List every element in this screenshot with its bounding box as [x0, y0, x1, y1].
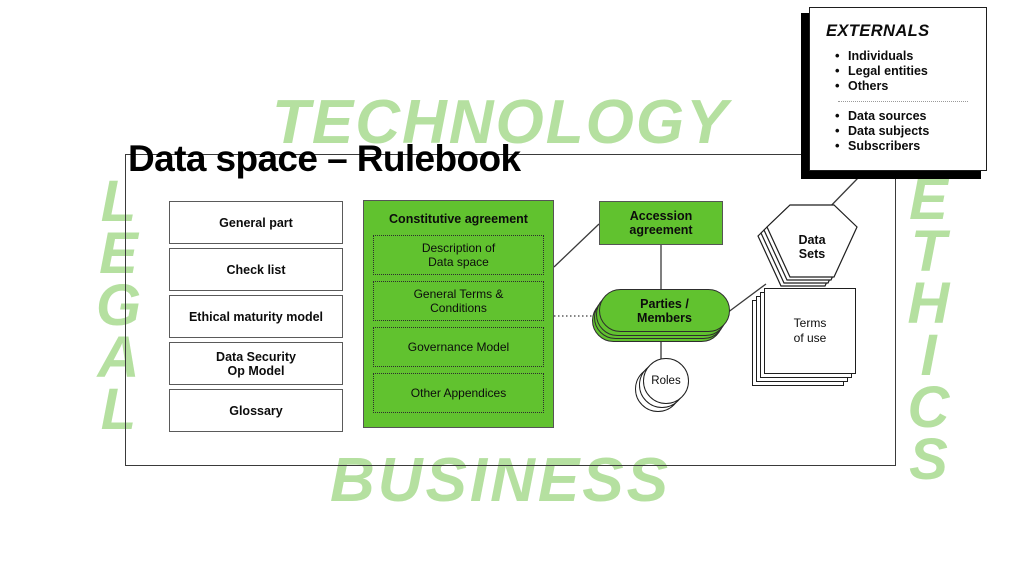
terms-of-use-label[interactable]: Terms of use [764, 288, 856, 374]
externals-group-two: Data sources Data subjects Subscribers [826, 108, 970, 154]
rulebook-part-data-security[interactable]: Data Security Op Model [169, 342, 343, 385]
externals-box[interactable]: EXTERNALS Individuals Legal entities Oth… [809, 7, 987, 171]
rulebook-parts-list: General part Check list Ethical maturity… [169, 201, 343, 436]
constitutive-item-gtc[interactable]: General Terms & Conditions [373, 281, 544, 321]
parties-members-stack[interactable]: Parties / Members [592, 289, 732, 345]
constitutive-item-description[interactable]: Description of Data space [373, 235, 544, 275]
diagram-canvas: TECHNOLOGY BUSINESS LEGAL ETHICS Data sp… [0, 0, 1024, 576]
rulebook-part-glossary[interactable]: Glossary [169, 389, 343, 432]
parties-members-label[interactable]: Parties / Members [599, 289, 730, 332]
roles-stack[interactable]: Roles [635, 358, 697, 414]
externals-item-subscribers: Subscribers [835, 138, 970, 154]
terms-of-use-stack[interactable]: Terms of use [752, 288, 860, 388]
accession-agreement-box[interactable]: Accession agreement [599, 201, 723, 245]
externals-item-legal-entities: Legal entities [835, 63, 970, 79]
rulebook-part-ethical-maturity[interactable]: Ethical maturity model [169, 295, 343, 338]
rulebook-part-general[interactable]: General part [169, 201, 343, 244]
externals-group-one: Individuals Legal entities Others [826, 48, 970, 94]
externals-item-data-sources: Data sources [835, 108, 970, 124]
externals-item-individuals: Individuals [835, 48, 970, 64]
constitutive-item-appendices[interactable]: Other Appendices [373, 373, 544, 413]
constitutive-item-governance[interactable]: Governance Model [373, 327, 544, 367]
constitutive-agreement-title: Constitutive agreement [389, 212, 528, 226]
watermark-ethics: ETHICS [907, 167, 951, 492]
rulebook-part-check-list[interactable]: Check list [169, 248, 343, 291]
constitutive-agreement-items: Description of Data space General Terms &… [364, 235, 553, 413]
externals-item-others: Others [835, 78, 970, 94]
externals-item-data-subjects: Data subjects [835, 123, 970, 139]
page-title: Data space – Rulebook [128, 138, 521, 179]
data-sets-label: Data Sets [798, 233, 826, 261]
externals-title: EXTERNALS [826, 22, 930, 40]
externals-divider [838, 101, 968, 102]
constitutive-agreement-block[interactable]: Constitutive agreement Description of Dat… [363, 200, 554, 428]
roles-label[interactable]: Roles [643, 358, 689, 404]
